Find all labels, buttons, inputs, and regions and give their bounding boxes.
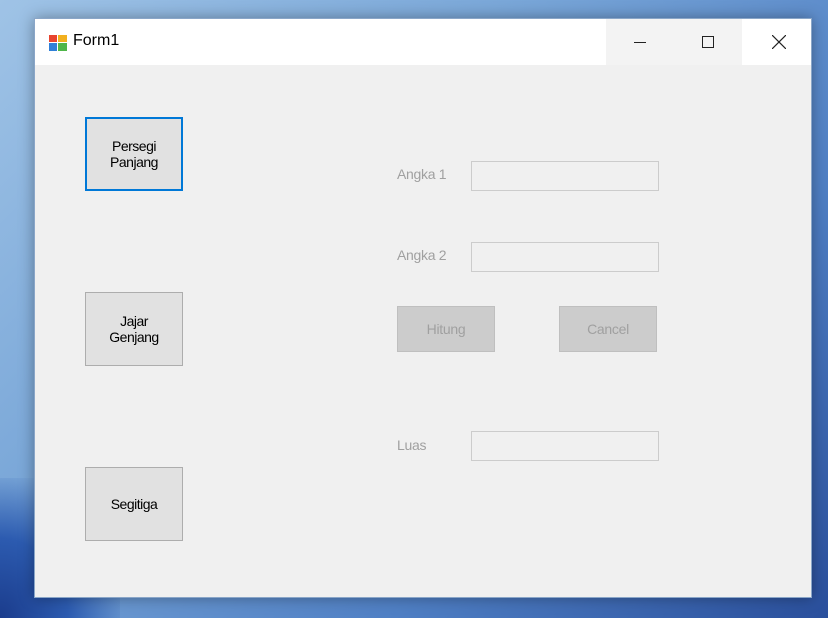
maximize-icon — [702, 36, 714, 48]
angka2-label: Angka 2 — [397, 247, 447, 263]
angka1-input[interactable] — [471, 161, 659, 191]
window-title: Form1 — [73, 32, 120, 49]
form1-window: Form1 Persegi Panjang Jajar Genjang Segi… — [34, 18, 812, 598]
angka1-label: Angka 1 — [397, 166, 447, 182]
minimize-button[interactable] — [606, 19, 674, 65]
form-client-area: Persegi Panjang Jajar Genjang Segitiga A… — [35, 65, 811, 597]
hitung-button[interactable]: Hitung — [397, 306, 495, 352]
persegi-panjang-button[interactable]: Persegi Panjang — [85, 117, 183, 191]
maximize-button[interactable] — [674, 19, 742, 65]
luas-output[interactable] — [471, 431, 659, 461]
segitiga-button[interactable]: Segitiga — [85, 467, 183, 541]
app-icon — [49, 35, 67, 51]
cancel-button[interactable]: Cancel — [559, 306, 657, 352]
jajar-genjang-button[interactable]: Jajar Genjang — [85, 292, 183, 366]
close-button[interactable] — [745, 19, 813, 65]
title-bar[interactable]: Form1 — [35, 19, 811, 65]
luas-label: Luas — [397, 437, 427, 453]
angka2-input[interactable] — [471, 242, 659, 272]
close-icon — [772, 35, 786, 49]
minimize-icon — [634, 42, 646, 43]
